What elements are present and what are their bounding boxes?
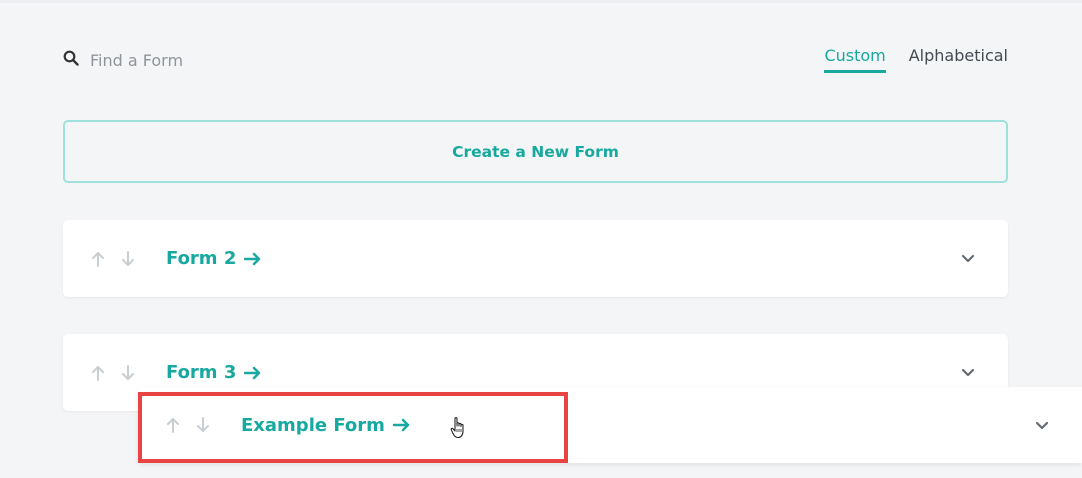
dragged-form-card[interactable]: Example Form [138, 387, 1082, 463]
arrow-right-icon [392, 418, 410, 432]
sort-tabs: Custom Alphabetical [824, 46, 1008, 73]
form-name: Form 2 [166, 248, 237, 269]
chevron-down-icon[interactable] [960, 364, 976, 380]
move-down-arrow-icon[interactable] [120, 250, 136, 268]
hand-cursor-icon [450, 417, 464, 439]
move-down-arrow-icon[interactable] [195, 416, 211, 434]
create-new-form-button[interactable]: Create a New Form [63, 120, 1008, 183]
form-card: Form 2 [63, 220, 1008, 297]
form-link[interactable]: Example Form [241, 415, 411, 436]
tab-custom[interactable]: Custom [824, 46, 886, 73]
reorder-controls [90, 364, 136, 382]
chevron-down-icon[interactable] [1034, 417, 1050, 433]
arrow-right-icon [244, 366, 261, 379]
form-name: Example Form [241, 414, 385, 436]
form-link[interactable]: Form 2 [166, 248, 262, 269]
chevron-down-icon[interactable] [960, 250, 976, 266]
move-up-arrow-icon[interactable] [90, 250, 106, 268]
reorder-controls [90, 250, 136, 268]
tab-alphabetical[interactable]: Alphabetical [909, 46, 1008, 73]
move-up-arrow-icon[interactable] [90, 364, 106, 382]
top-divider [0, 0, 1082, 3]
arrow-right-icon [244, 252, 261, 265]
reorder-controls [165, 416, 211, 434]
search-bar [63, 48, 363, 72]
move-up-arrow-icon[interactable] [165, 416, 181, 434]
form-link[interactable]: Form 3 [166, 362, 262, 383]
search-icon [63, 50, 79, 70]
search-input[interactable] [90, 50, 340, 70]
move-down-arrow-icon[interactable] [120, 364, 136, 382]
forms-page: Custom Alphabetical Create a New Form Fo… [0, 0, 1082, 478]
form-name: Form 3 [166, 362, 237, 383]
